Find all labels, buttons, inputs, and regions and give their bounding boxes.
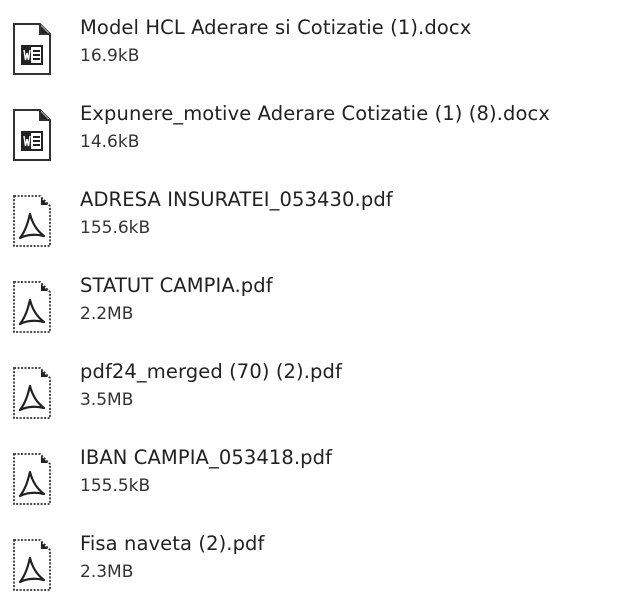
file-item[interactable]: Model HCL Aderare si Cotizatie (1).docx … bbox=[0, 12, 622, 92]
file-name: IBAN CAMPIA_053418.pdf bbox=[80, 446, 333, 469]
file-size: 2.2MB bbox=[80, 304, 134, 324]
pdf-document-icon bbox=[8, 192, 54, 250]
file-name: Fisa naveta (2).pdf bbox=[80, 532, 265, 555]
pdf-document-icon bbox=[8, 278, 54, 336]
word-document-icon bbox=[8, 106, 54, 164]
file-list: Model HCL Aderare si Cotizatie (1).docx … bbox=[0, 0, 622, 614]
word-document-icon bbox=[8, 20, 54, 78]
file-name: STATUT CAMPIA.pdf bbox=[80, 274, 273, 297]
file-name: Model HCL Aderare si Cotizatie (1).docx bbox=[80, 16, 472, 39]
file-name: ADRESA INSURATEI_053430.pdf bbox=[80, 188, 393, 211]
file-item[interactable]: pdf24_merged (70) (2).pdf 3.5MB bbox=[0, 356, 622, 436]
file-item[interactable]: Expunere_motive Aderare Cotizatie (1) (8… bbox=[0, 98, 622, 178]
file-name: Expunere_motive Aderare Cotizatie (1) (8… bbox=[80, 102, 551, 125]
file-size: 14.6kB bbox=[80, 132, 140, 152]
file-size: 16.9kB bbox=[80, 46, 140, 66]
pdf-document-icon bbox=[8, 536, 54, 594]
pdf-document-icon bbox=[8, 450, 54, 508]
pdf-document-icon bbox=[8, 364, 54, 422]
file-size: 2.3MB bbox=[80, 562, 134, 582]
file-size: 155.5kB bbox=[80, 476, 151, 496]
file-item[interactable]: STATUT CAMPIA.pdf 2.2MB bbox=[0, 270, 622, 350]
file-item[interactable]: IBAN CAMPIA_053418.pdf 155.5kB bbox=[0, 442, 622, 522]
file-size: 155.6kB bbox=[80, 218, 151, 238]
file-item[interactable]: Fisa naveta (2).pdf 2.3MB bbox=[0, 528, 622, 608]
file-name: pdf24_merged (70) (2).pdf bbox=[80, 360, 342, 383]
file-size: 3.5MB bbox=[80, 390, 134, 410]
file-item[interactable]: ADRESA INSURATEI_053430.pdf 155.6kB bbox=[0, 184, 622, 264]
